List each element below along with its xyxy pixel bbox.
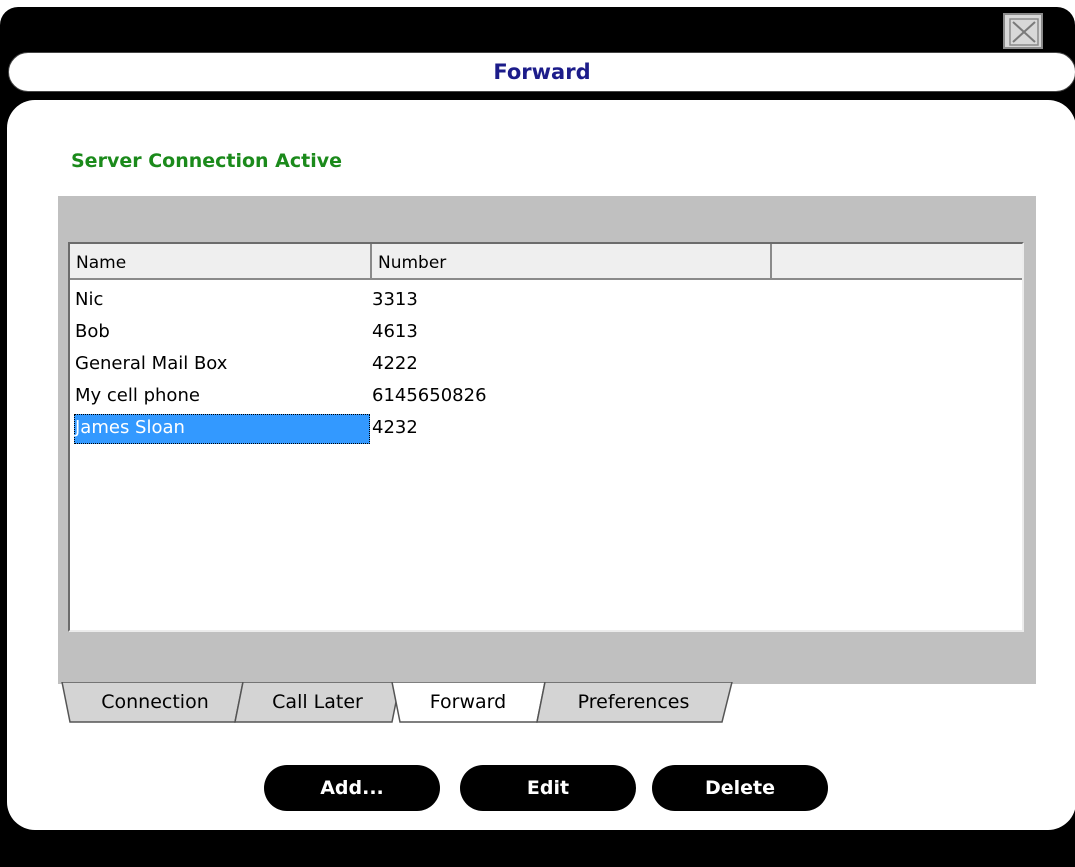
title-bar: Forward <box>8 52 1075 92</box>
column-header-name[interactable]: Name <box>70 244 372 280</box>
list-row[interactable]: General Mail Box 4222 <box>70 350 1020 382</box>
list-row[interactable]: Bob 4613 <box>70 318 1020 350</box>
row-name: My cell phone <box>75 385 200 406</box>
column-header-number[interactable]: Number <box>372 244 772 280</box>
tab-label: Call Later <box>272 691 363 713</box>
row-number: 4222 <box>372 353 418 374</box>
list-row-selected[interactable]: James Sloan 4232 <box>70 414 1020 446</box>
tab-call-later[interactable]: Call Later <box>240 682 395 722</box>
row-name: General Mail Box <box>75 353 228 374</box>
row-number: 4232 <box>372 417 418 438</box>
forward-list[interactable]: Name Number Nic 3313 Bob 4613 General Ma… <box>68 242 1024 632</box>
tab-label: Forward <box>429 691 507 713</box>
tab-connection[interactable]: Connection <box>70 682 240 722</box>
add-button[interactable]: Add... <box>264 765 440 811</box>
list-row[interactable]: Nic 3313 <box>70 286 1020 318</box>
server-status-text: Server Connection Active <box>71 150 343 172</box>
row-number: 4613 <box>372 321 418 342</box>
list-row[interactable]: My cell phone 6145650826 <box>70 382 1020 414</box>
window-title: Forward <box>493 60 591 84</box>
close-button[interactable] <box>1003 13 1043 49</box>
tab-label: Connection <box>101 691 209 713</box>
row-name: Bob <box>75 321 110 342</box>
column-header-extra[interactable] <box>772 244 1022 280</box>
row-number: 3313 <box>372 289 418 310</box>
tab-forward[interactable]: Forward <box>395 682 541 722</box>
tab-bar: Connection Call Later Forward Preference… <box>60 682 760 723</box>
row-number: 6145650826 <box>372 385 487 406</box>
edit-button[interactable]: Edit <box>460 765 636 811</box>
close-x-icon <box>1009 18 1039 46</box>
row-name: James Sloan <box>75 417 185 438</box>
delete-button[interactable]: Delete <box>652 765 828 811</box>
tab-label: Preferences <box>577 691 690 713</box>
row-name: Nic <box>75 289 104 310</box>
tab-preferences[interactable]: Preferences <box>541 682 726 722</box>
